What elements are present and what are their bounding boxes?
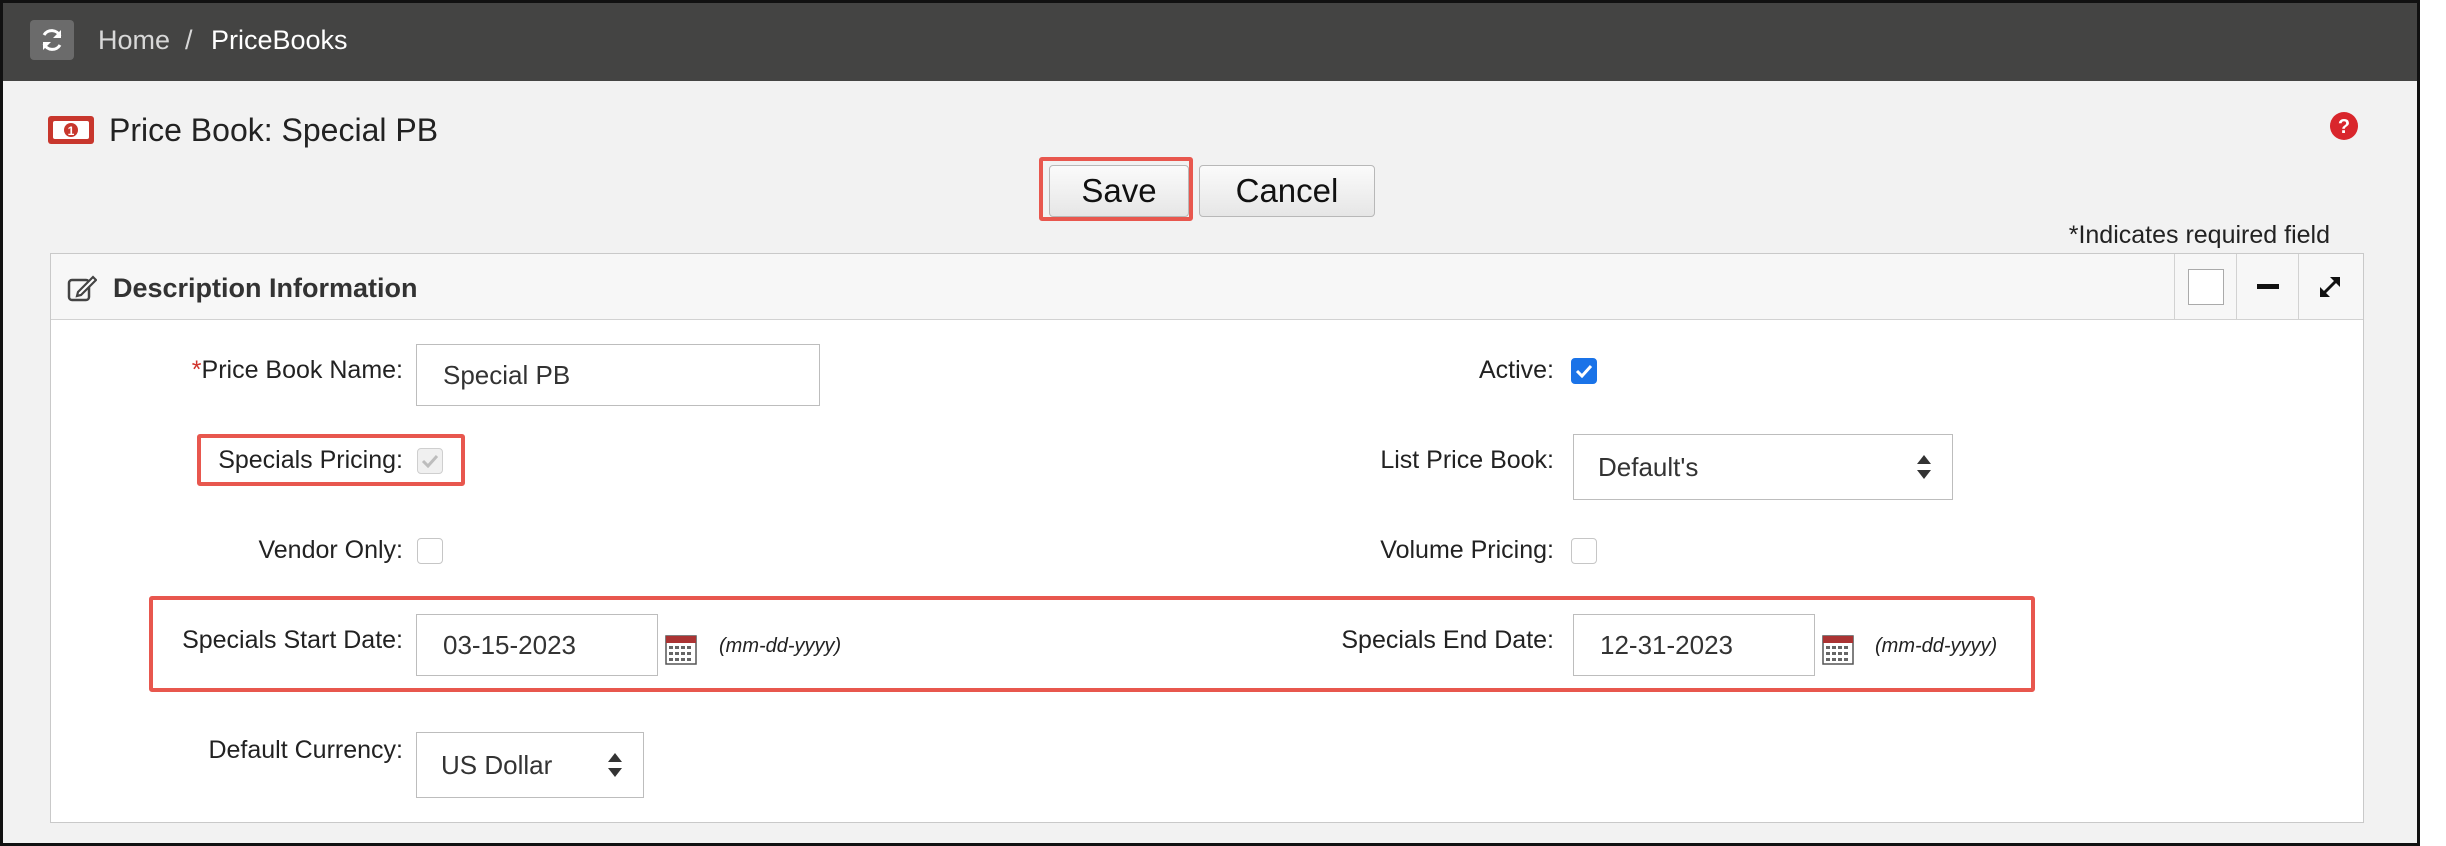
list-price-book-value: Default's <box>1598 451 1699 482</box>
checkmark-icon <box>421 454 439 468</box>
breadcrumb-home[interactable]: Home <box>98 25 170 56</box>
price-book-name-label-text: Price Book Name: <box>201 356 403 384</box>
refresh-button[interactable] <box>30 20 74 60</box>
breadcrumb-separator: / <box>185 25 193 55</box>
volume-pricing-label: Volume Pricing: <box>1380 536 1554 564</box>
refresh-icon <box>42 29 62 51</box>
app-window: Home / PriceBooks 1 Price Book: Special … <box>0 0 2420 846</box>
edit-icon <box>67 275 97 302</box>
specials-pricing-label: Specials Pricing: <box>218 446 403 474</box>
required-field-note: *Indicates required field <box>2068 221 2330 249</box>
panel-minimize-button[interactable] <box>2236 254 2298 320</box>
specials-start-date-input[interactable]: 03-15-2023 <box>416 614 658 676</box>
calendar-icon[interactable] <box>665 633 697 665</box>
breadcrumb-current[interactable]: PriceBooks <box>211 25 348 56</box>
specials-pricing-checkbox[interactable] <box>417 448 443 474</box>
help-icon[interactable]: ? <box>2329 111 2359 141</box>
active-label: Active: <box>1478 356 1554 384</box>
description-information-panel: Description Information *Price Book Name… <box>50 253 2364 823</box>
list-price-book-label: List Price Book: <box>1380 446 1554 474</box>
top-bar: Home / PriceBooks <box>3 3 2417 81</box>
cancel-button[interactable]: Cancel <box>1199 165 1375 217</box>
price-book-name-input[interactable]: Special PB <box>416 344 820 406</box>
money-bill-icon: 1 <box>48 116 94 144</box>
specials-start-date-label: Specials Start Date: <box>182 626 403 654</box>
svg-text:1: 1 <box>68 124 75 138</box>
select-arrows-icon <box>608 753 622 777</box>
volume-pricing-checkbox[interactable] <box>1571 538 1597 564</box>
default-currency-select[interactable]: US Dollar <box>416 732 644 798</box>
panel-header: Description Information <box>51 254 2363 320</box>
panel-expand-button[interactable] <box>2298 254 2360 320</box>
panel-select-box <box>2187 269 2224 305</box>
panel-select-tool[interactable] <box>2174 254 2236 320</box>
panel-title: Description Information <box>113 273 418 303</box>
active-checkbox[interactable] <box>1571 358 1597 384</box>
required-mark: * <box>191 356 202 384</box>
svg-text:?: ? <box>2338 116 2350 138</box>
default-currency-label: Default Currency: <box>208 736 403 764</box>
price-book-name-label: *Price Book Name: <box>131 356 403 385</box>
page-title: Price Book: Special PB <box>109 112 439 148</box>
start-date-format-hint: (mm-dd-yyyy) <box>719 635 842 657</box>
vendor-only-checkbox[interactable] <box>417 538 443 564</box>
end-date-format-hint: (mm-dd-yyyy) <box>1875 635 1998 657</box>
expand-icon <box>2319 277 2340 297</box>
list-price-book-select[interactable]: Default's <box>1573 434 1953 500</box>
calendar-icon[interactable] <box>1822 633 1854 665</box>
minus-icon <box>2256 284 2279 289</box>
specials-end-date-label: Specials End Date: <box>1341 626 1554 654</box>
select-arrows-icon <box>1917 455 1931 479</box>
default-currency-value: US Dollar <box>441 749 553 780</box>
specials-end-date-input[interactable]: 12-31-2023 <box>1573 614 1815 676</box>
save-button[interactable]: Save <box>1049 165 1189 217</box>
checkmark-icon <box>1575 364 1593 378</box>
vendor-only-label: Vendor Only: <box>258 536 403 564</box>
